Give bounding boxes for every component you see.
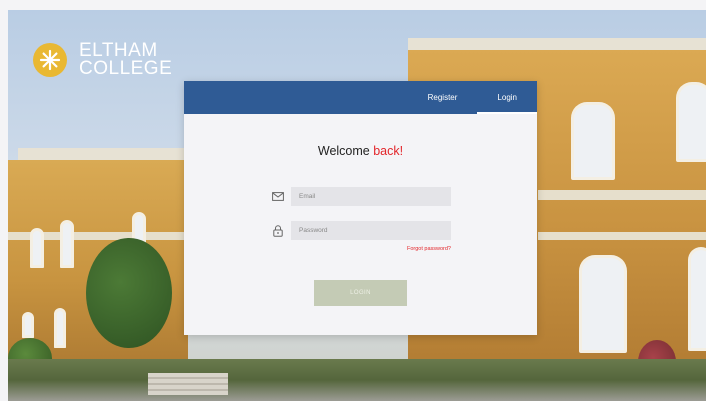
email-input[interactable] <box>291 187 451 206</box>
snowflake-icon <box>39 49 61 71</box>
password-row <box>271 221 451 240</box>
tree <box>86 238 172 348</box>
building-window <box>579 255 627 353</box>
building-window <box>571 102 615 180</box>
college-name: ELTHAM COLLEGE <box>79 41 173 79</box>
email-row <box>271 187 451 206</box>
building-window <box>22 312 34 338</box>
building-band <box>538 232 706 240</box>
welcome-text: Welcome <box>317 144 370 158</box>
building-window <box>54 308 66 348</box>
front-steps <box>148 373 228 395</box>
modal-header: Register Login <box>184 81 537 114</box>
tab-login[interactable]: Login <box>477 81 537 114</box>
building-window <box>676 82 706 162</box>
welcome-heading: Welcome back! <box>184 144 537 158</box>
lock-icon <box>271 224 285 238</box>
login-page: ELTHAM COLLEGE Register Login Welcome ba… <box>8 10 706 401</box>
building-window <box>60 220 74 268</box>
envelope-icon <box>271 190 285 204</box>
building-window <box>688 247 706 351</box>
college-name-line2: COLLEGE <box>79 58 173 79</box>
building-band <box>538 190 706 200</box>
forgot-password-link[interactable]: Forgot password? <box>407 246 451 252</box>
login-button[interactable]: LOGIN <box>314 280 407 306</box>
tab-register[interactable]: Register <box>408 81 478 114</box>
login-modal: Register Login Welcome back! Email Forgo… <box>184 81 537 335</box>
snowflake-logo-icon <box>33 43 67 77</box>
password-input[interactable] <box>291 221 451 240</box>
building-window <box>30 228 44 268</box>
college-logo[interactable]: ELTHAM COLLEGE <box>33 41 173 79</box>
ground <box>8 359 706 401</box>
welcome-accent: back! <box>373 144 404 158</box>
